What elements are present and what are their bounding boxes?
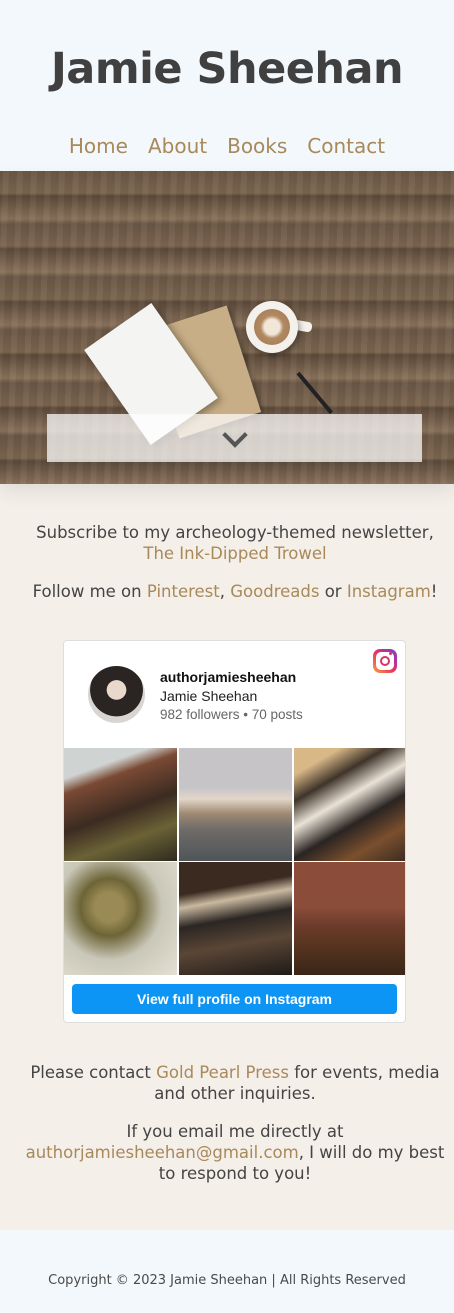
instagram-stats: 982 followers • 70 posts [160, 707, 303, 722]
follow-text: Follow me on Pinterest, Goodreads or Ins… [32, 582, 438, 601]
site-title[interactable]: Jamie Sheehan [0, 44, 454, 94]
site-header: Jamie Sheehan Home About Books Contact [0, 0, 454, 171]
instagram-photo[interactable] [179, 748, 292, 861]
instagram-icon-dot [389, 652, 392, 655]
main-nav: Home About Books Contact [0, 134, 454, 158]
avatar[interactable] [88, 666, 145, 723]
pinterest-link[interactable]: Pinterest [147, 582, 220, 601]
instagram-icon[interactable] [373, 649, 397, 673]
chevron-down-icon [221, 422, 248, 448]
hero-image [0, 171, 454, 484]
instagram-photo[interactable] [64, 748, 177, 861]
instagram-display-name: Jamie Sheehan [160, 688, 258, 704]
copyright-text: Copyright © 2023 Jamie Sheehan | All Rig… [48, 1273, 406, 1288]
nav-about[interactable]: About [148, 134, 207, 158]
instagram-photo[interactable] [64, 862, 177, 975]
instagram-photo[interactable] [294, 748, 405, 861]
instagram-link[interactable]: Instagram [347, 582, 431, 601]
instagram-username[interactable]: authorjamiesheehan [160, 669, 296, 685]
email-link[interactable]: authorjamiesheehan@gmail.com [26, 1143, 299, 1162]
contact-text: Please contact Gold Pearl Press for even… [30, 1063, 440, 1103]
instagram-photo[interactable] [294, 862, 405, 975]
newsletter-link[interactable]: The Ink-Dipped Trowel [143, 544, 326, 563]
instagram-photo[interactable] [179, 862, 292, 975]
scroll-down-button[interactable] [47, 414, 422, 462]
press-link[interactable]: Gold Pearl Press [156, 1063, 289, 1082]
nav-contact[interactable]: Contact [307, 134, 385, 158]
instagram-photo-grid [64, 748, 405, 976]
instagram-widget: authorjamiesheehan Jamie Sheehan 982 fol… [63, 640, 406, 1023]
nav-home[interactable]: Home [69, 134, 128, 158]
site-footer: Copyright © 2023 Jamie Sheehan | All Rig… [0, 1230, 454, 1313]
newsletter-text: Subscribe to my archeology-themed newsle… [36, 523, 434, 563]
view-instagram-profile-button[interactable]: View full profile on Instagram [72, 984, 397, 1014]
hero-coffee-cup [246, 301, 298, 353]
nav-books[interactable]: Books [227, 134, 287, 158]
goodreads-link[interactable]: Goodreads [230, 582, 319, 601]
email-text: If you email me directly at authorjamies… [25, 1122, 445, 1183]
